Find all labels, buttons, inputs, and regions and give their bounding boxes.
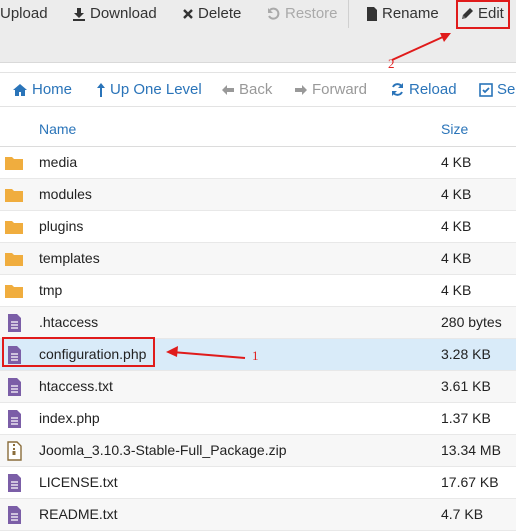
file-size: 4.7 KB bbox=[441, 506, 484, 522]
zip-file-icon bbox=[7, 441, 22, 461]
file-name: LICENSE.txt bbox=[39, 474, 118, 490]
delete-label: Delete bbox=[198, 5, 242, 22]
file-size: 17.67 KB bbox=[441, 474, 499, 490]
table-row[interactable]: LICENSE.txt 17.67 KB bbox=[0, 467, 516, 499]
table-row[interactable]: htaccess.txt 3.61 KB bbox=[0, 371, 516, 403]
file-size: 4 KB bbox=[441, 250, 472, 266]
arrow-up-icon bbox=[97, 82, 105, 97]
table-row[interactable]: tmp 4 KB bbox=[0, 275, 516, 307]
table-row[interactable]: media 4 KB bbox=[0, 147, 516, 179]
folder-icon bbox=[5, 157, 23, 170]
text-file-icon bbox=[8, 474, 21, 492]
download-label: Download bbox=[90, 5, 157, 22]
restore-button[interactable]: Restore bbox=[267, 0, 338, 27]
table-row[interactable]: index.php 1.37 KB bbox=[0, 403, 516, 435]
annotation-label-1: 1 bbox=[252, 348, 259, 363]
text-file-icon bbox=[8, 410, 21, 428]
file-list: Name Size media 4 KB modules 4 KB plugins 4 K… bbox=[0, 112, 516, 531]
arrow-right-icon bbox=[295, 84, 307, 95]
forward-label: Forward bbox=[312, 81, 368, 98]
download-button[interactable]: Download bbox=[72, 0, 157, 27]
file-name: templates bbox=[39, 250, 100, 266]
select-all-button[interactable]: Sele bbox=[479, 73, 516, 106]
table-row[interactable]: plugins 4 KB bbox=[0, 211, 516, 243]
text-file-icon bbox=[8, 506, 21, 524]
column-header-size[interactable]: Size bbox=[441, 112, 468, 146]
upload-button[interactable]: Upload bbox=[0, 0, 48, 27]
table-header: Name Size bbox=[0, 112, 516, 147]
annotation-label-2: 2 bbox=[388, 56, 395, 71]
home-button[interactable]: Home bbox=[12, 73, 72, 106]
table-row[interactable]: Joomla_3.10.3-Stable-Full_Package.zip 13.… bbox=[0, 435, 516, 467]
file-name: index.php bbox=[39, 410, 100, 426]
file-icon bbox=[367, 6, 377, 21]
delete-button[interactable]: Delete bbox=[182, 0, 241, 27]
refresh-icon bbox=[392, 83, 403, 96]
table-row[interactable]: modules 4 KB bbox=[0, 179, 516, 211]
rename-button[interactable]: Rename bbox=[366, 0, 439, 27]
file-name: plugins bbox=[39, 218, 84, 234]
check-square-icon bbox=[479, 82, 493, 97]
reload-label: Reload bbox=[409, 81, 457, 98]
folder-icon bbox=[5, 253, 23, 266]
up-one-level-button[interactable]: Up One Level bbox=[96, 73, 202, 106]
arrow-left-icon bbox=[222, 84, 234, 95]
file-name: README.txt bbox=[39, 506, 118, 522]
text-file-icon bbox=[8, 314, 21, 332]
file-size: 4 KB bbox=[441, 154, 472, 170]
back-label: Back bbox=[239, 81, 273, 98]
table-row[interactable]: templates 4 KB bbox=[0, 243, 516, 275]
home-icon bbox=[13, 83, 27, 96]
folder-icon bbox=[5, 221, 23, 234]
forward-button[interactable]: Forward bbox=[294, 73, 367, 106]
file-name: modules bbox=[39, 186, 92, 202]
toolbar-divider bbox=[348, 0, 349, 28]
table-row[interactable]: README.txt 4.7 KB bbox=[0, 499, 516, 531]
restore-label: Restore bbox=[285, 5, 338, 22]
reload-button[interactable]: Reload bbox=[390, 73, 457, 106]
toolbar: Upload Download Delete Restore Rename Ed… bbox=[0, 0, 516, 63]
close-icon bbox=[183, 8, 193, 19]
home-label: Home bbox=[32, 81, 73, 98]
folder-icon bbox=[5, 285, 23, 298]
file-size: 4 KB bbox=[441, 282, 472, 298]
table-row[interactable]: .htaccess 280 bytes bbox=[0, 307, 516, 339]
text-file-icon bbox=[8, 378, 21, 396]
up-one-level-label: Up One Level bbox=[110, 81, 202, 98]
highlight-box-configuration bbox=[2, 337, 155, 367]
download-icon bbox=[73, 7, 85, 21]
file-name: tmp bbox=[39, 282, 63, 298]
highlight-box-edit bbox=[456, 0, 510, 29]
file-size: 4 KB bbox=[441, 186, 472, 202]
upload-label: Upload bbox=[0, 5, 48, 22]
file-size: 3.28 KB bbox=[441, 346, 491, 362]
file-size: 280 bytes bbox=[441, 314, 502, 330]
select-all-label: Sele bbox=[497, 81, 516, 98]
file-name: htaccess.txt bbox=[39, 378, 113, 394]
file-name: .htaccess bbox=[39, 314, 99, 330]
column-header-name[interactable]: Name bbox=[39, 112, 76, 146]
undo-icon bbox=[268, 7, 280, 20]
folder-icon bbox=[5, 189, 23, 202]
file-name: media bbox=[39, 154, 78, 170]
file-size: 3.61 KB bbox=[441, 378, 491, 394]
file-size: 4 KB bbox=[441, 218, 472, 234]
rename-label: Rename bbox=[382, 5, 439, 22]
back-button[interactable]: Back bbox=[221, 73, 272, 106]
file-size: 13.34 MB bbox=[441, 442, 501, 458]
navigation-bar: Home Up One Level Back Forward Reload Se… bbox=[0, 72, 516, 107]
file-name: Joomla_3.10.3-Stable-Full_Package.zip bbox=[39, 442, 287, 458]
file-size: 1.37 KB bbox=[441, 410, 491, 426]
